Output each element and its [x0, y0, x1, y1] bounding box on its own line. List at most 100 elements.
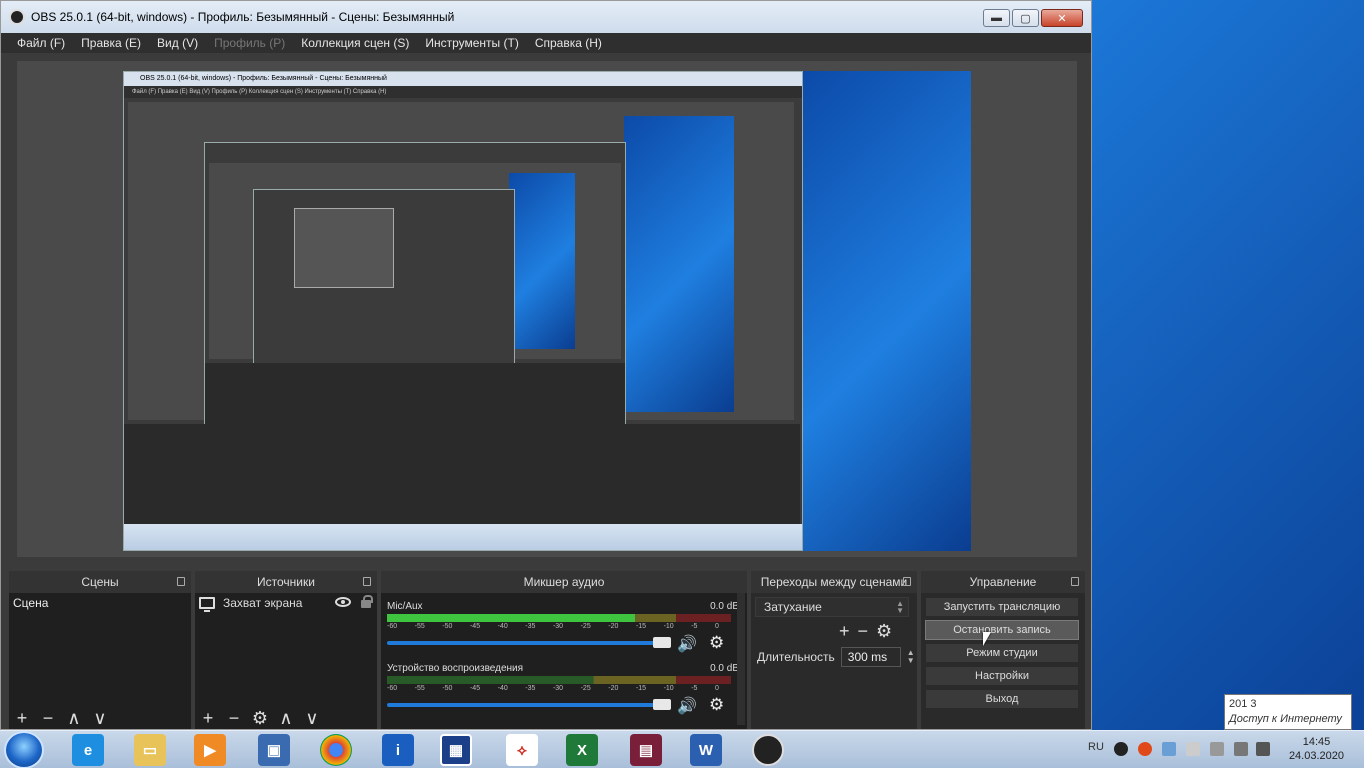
exit-button[interactable]: Выход [925, 689, 1079, 709]
volume-slider-track[interactable] [387, 641, 659, 645]
network-tooltip: 201 3 Доступ к Интернету [1224, 694, 1352, 730]
media-player-icon[interactable]: ▶ [194, 734, 226, 766]
undock-icon[interactable] [177, 577, 185, 586]
source-settings-gear-icon[interactable]: ⚙ [251, 709, 269, 727]
meter-tick-label: -15 [635, 623, 647, 630]
signal-icon[interactable] [1234, 742, 1248, 756]
move-down-icon[interactable]: ∨ [91, 709, 109, 727]
duration-spinner[interactable]: ▲ ▼ [907, 649, 915, 665]
volume-icon[interactable] [1256, 742, 1270, 756]
add-scene-button[interactable]: + [13, 709, 31, 727]
lock-icon[interactable] [361, 595, 373, 608]
meter-tick-label: -5 [691, 685, 698, 692]
menu-view[interactable]: Вид (V) [149, 36, 206, 50]
remove-scene-button[interactable]: − [39, 709, 57, 727]
winrar-icon[interactable]: ▤ [630, 734, 662, 766]
add-transition-button[interactable]: + [839, 621, 850, 642]
speaker-icon[interactable]: 🔊 [677, 634, 697, 654]
nested-preview-2 [209, 163, 621, 375]
ie-icon[interactable]: e [72, 734, 104, 766]
remove-source-button[interactable]: − [225, 709, 243, 727]
meter-tick-label: -40 [497, 685, 508, 692]
controls-header: Управление [969, 575, 1037, 589]
meter-tick-label: -25 [580, 623, 591, 630]
nested-docks [124, 424, 800, 524]
menu-edit[interactable]: Правка (E) [73, 36, 149, 50]
remote-desktop-icon[interactable]: ▣ [258, 734, 290, 766]
obs-logo-icon [9, 9, 25, 25]
menu-profile[interactable]: Профиль (P) [206, 36, 293, 50]
duration-input[interactable]: 300 ms [840, 647, 901, 667]
obs-tray-icon[interactable] [1114, 742, 1128, 756]
undock-icon[interactable] [363, 577, 371, 586]
transitions-header: Переходы между сценами [760, 575, 908, 589]
nested-menu: Файл (F) Правка (E) Вид (V) Профиль (P) … [124, 86, 802, 98]
language-indicator[interactable]: RU [1088, 741, 1104, 753]
info-icon[interactable]: i [382, 734, 414, 766]
scene-item[interactable]: Сцена [9, 593, 191, 613]
meter-tick-label: -35 [525, 623, 536, 630]
security-tray-icon[interactable] [1138, 742, 1152, 756]
nested-obs-window-2 [204, 142, 626, 442]
channel-db: 0.0 dB [710, 663, 739, 674]
start-button[interactable] [4, 731, 44, 768]
clock[interactable]: 14:45 24.03.2020 [1289, 735, 1344, 763]
calculator-icon[interactable]: ▦ [440, 734, 472, 766]
remove-transition-button[interactable]: − [858, 621, 869, 642]
add-source-button[interactable]: + [199, 709, 217, 727]
stop-record-button[interactable]: Остановить запись [925, 620, 1079, 640]
meter-tick-label: -20 [608, 623, 619, 630]
usb-icon[interactable] [1210, 742, 1224, 756]
start-stream-button[interactable]: Запустить трансляцию [925, 597, 1079, 617]
menu-tools[interactable]: Инструменты (T) [417, 36, 526, 50]
channel-name: Mic/Aux [387, 601, 423, 612]
mouse-cursor [983, 632, 991, 646]
source-item[interactable]: Захват экрана [195, 593, 377, 613]
transition-select[interactable]: Затухание ▲ ▼ [755, 597, 909, 617]
monitor-icon [199, 597, 215, 612]
nested-taskbar [124, 524, 802, 550]
obs-icon[interactable] [752, 734, 784, 766]
meter-tick-label: -50 [442, 685, 453, 692]
nested-wallpaper-3 [509, 173, 575, 349]
meter-tick-label: -50 [442, 623, 453, 630]
studio-mode-button[interactable]: Режим студии [925, 643, 1079, 663]
close-button[interactable]: ✕ [1041, 9, 1083, 27]
action-center-icon[interactable] [1186, 742, 1200, 756]
word-icon[interactable]: W [690, 734, 722, 766]
settings-button[interactable]: Настройки [925, 666, 1079, 686]
preview-canvas[interactable]: OBS 25.0.1 (64-bit, windows) - Профиль: … [17, 61, 1077, 557]
meter-tick-label: -60 [387, 685, 398, 692]
menu-scene-collection[interactable]: Коллекция сцен (S) [293, 36, 417, 50]
excel-icon[interactable]: X [566, 734, 598, 766]
meter-tick-label: -30 [552, 623, 564, 630]
pdf-icon[interactable]: ⟡ [506, 734, 538, 766]
meter-tick-label: -15 [635, 685, 647, 692]
menu-help[interactable]: Справка (H) [527, 36, 610, 50]
speaker-icon[interactable]: 🔊 [677, 696, 697, 716]
undock-icon[interactable] [903, 577, 911, 586]
channel-settings-gear-icon[interactable]: ⚙ [709, 695, 724, 715]
volume-slider-handle[interactable] [653, 699, 671, 710]
volume-meter [387, 614, 731, 622]
channel-settings-gear-icon[interactable]: ⚙ [709, 633, 724, 653]
maximize-button[interactable]: ▢ [1012, 9, 1039, 27]
volume-slider-handle[interactable] [653, 637, 671, 648]
mixer-scrollbar[interactable] [737, 593, 745, 725]
meter-ticks: -60 -55 -50 -45 -40 -35 -30 -25 -20 -15 -10 -5 0 [387, 685, 739, 692]
title-bar: OBS 25.0.1 (64-bit, windows) - Профиль: … [1, 1, 1091, 33]
meter-tick-label: -55 [414, 685, 425, 692]
nested-obs-window-3 [253, 189, 515, 375]
minimize-button[interactable]: ▬ [983, 9, 1010, 27]
menu-file[interactable]: Файл (F) [9, 36, 73, 50]
explorer-icon[interactable]: ▭ [134, 734, 166, 766]
network-flag-icon[interactable] [1162, 742, 1176, 756]
move-up-icon[interactable]: ∧ [277, 709, 295, 727]
move-up-icon[interactable]: ∧ [65, 709, 83, 727]
volume-slider-track[interactable] [387, 703, 659, 707]
undock-icon[interactable] [1071, 577, 1079, 586]
visibility-eye-icon[interactable] [335, 597, 351, 607]
move-down-icon[interactable]: ∨ [303, 709, 321, 727]
transition-settings-gear-icon[interactable]: ⚙ [876, 621, 892, 642]
chrome-icon[interactable] [320, 734, 352, 766]
